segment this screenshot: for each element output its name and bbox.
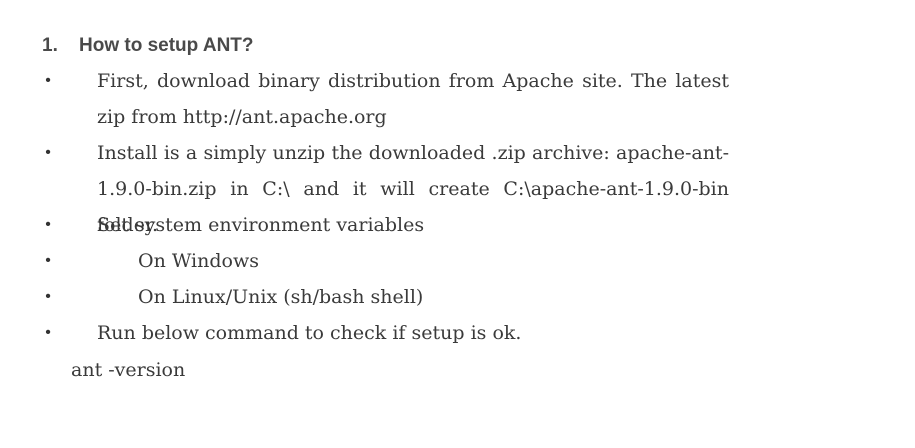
bullet-icon: • (45, 288, 51, 305)
bullet-icon: • (45, 144, 51, 161)
list-item-text: Set system environment variables (97, 214, 425, 236)
bullet-icon: • (45, 252, 51, 269)
section-title: How to setup ANT? (79, 35, 254, 56)
list-item-text: First, download binary distribution from… (97, 70, 729, 128)
list-item-windows: • On Windows (42, 243, 732, 279)
section-number: 1. (42, 35, 58, 56)
list-item-run-command: • Run below command to check if setup is… (42, 315, 732, 351)
bullet-icon: • (45, 324, 51, 341)
list-item-install: • Install is a simply unzip the download… (42, 135, 732, 236)
list-item-text: On Windows (138, 250, 259, 272)
document: 1. How to setup ANT? • First, download bi… (0, 0, 915, 448)
list-item-download: • First, download binary distribution fr… (42, 63, 732, 135)
command-text: ant -version (71, 359, 186, 381)
list-item-text: On Linux/Unix (sh/bash shell) (138, 286, 424, 308)
bullet-icon: • (45, 72, 51, 89)
list-item-linux: • On Linux/Unix (sh/bash shell) (42, 279, 732, 315)
section-heading: 1. How to setup ANT? (42, 30, 254, 62)
list-item-env-vars: • Set system environment variables (42, 207, 732, 243)
list-item-text: Run below command to check if setup is o… (97, 322, 522, 344)
bullet-icon: • (45, 216, 51, 233)
